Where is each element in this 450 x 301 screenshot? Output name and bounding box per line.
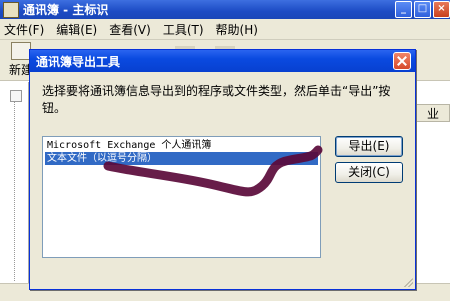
menu-view[interactable]: 查看(V) bbox=[105, 21, 159, 38]
window-controls: _ □ × bbox=[395, 1, 450, 18]
menu-bar: 文件(F) 编辑(E) 查看(V) 工具(T) 帮助(H) bbox=[0, 19, 450, 40]
column-header[interactable]: 业 bbox=[416, 104, 450, 122]
menu-file[interactable]: 文件(F) bbox=[0, 21, 52, 38]
tree-line bbox=[14, 101, 16, 281]
dialog-description: 选择要将通讯簿信息导出到的程序或文件类型，然后单击“导出”按钮。 bbox=[42, 84, 391, 115]
menu-tools[interactable]: 工具(T) bbox=[159, 21, 212, 38]
close-window-icon[interactable]: × bbox=[433, 1, 450, 18]
folder-tree-pane bbox=[0, 82, 29, 300]
dialog-title: 通讯簿导出工具 bbox=[36, 54, 121, 69]
address-book-icon bbox=[3, 1, 19, 18]
export-dialog: 通讯簿导出工具 选择要将通讯簿信息导出到的程序或文件类型，然后单击“导出”按钮。… bbox=[29, 49, 416, 290]
export-format-list[interactable]: Microsoft Exchange 个人通讯簿 文本文件（以逗号分隔） bbox=[42, 136, 321, 258]
menu-edit[interactable]: 编辑(E) bbox=[52, 21, 105, 38]
contact-list-pane: 业 bbox=[414, 82, 450, 300]
maximize-icon[interactable]: □ bbox=[414, 1, 431, 18]
close-button[interactable]: 关闭(C) bbox=[335, 162, 403, 183]
background-title-bar: 通讯簿 - 主标识 _ □ × bbox=[0, 0, 450, 19]
new-contact-icon bbox=[11, 42, 31, 60]
export-button[interactable]: 导出(E) bbox=[335, 136, 403, 157]
menu-help[interactable]: 帮助(H) bbox=[212, 21, 266, 38]
background-window-title: 通讯簿 - 主标识 bbox=[23, 3, 109, 17]
close-icon[interactable] bbox=[393, 52, 411, 70]
tree-expand-icon[interactable] bbox=[10, 90, 22, 102]
dialog-title-bar: 通讯簿导出工具 bbox=[30, 50, 415, 72]
resize-grip-icon[interactable] bbox=[403, 277, 413, 287]
list-item-exchange[interactable]: Microsoft Exchange 个人通讯簿 bbox=[45, 139, 318, 152]
minimize-icon[interactable]: _ bbox=[395, 1, 412, 18]
list-item-text-file[interactable]: 文本文件（以逗号分隔） bbox=[45, 152, 318, 165]
